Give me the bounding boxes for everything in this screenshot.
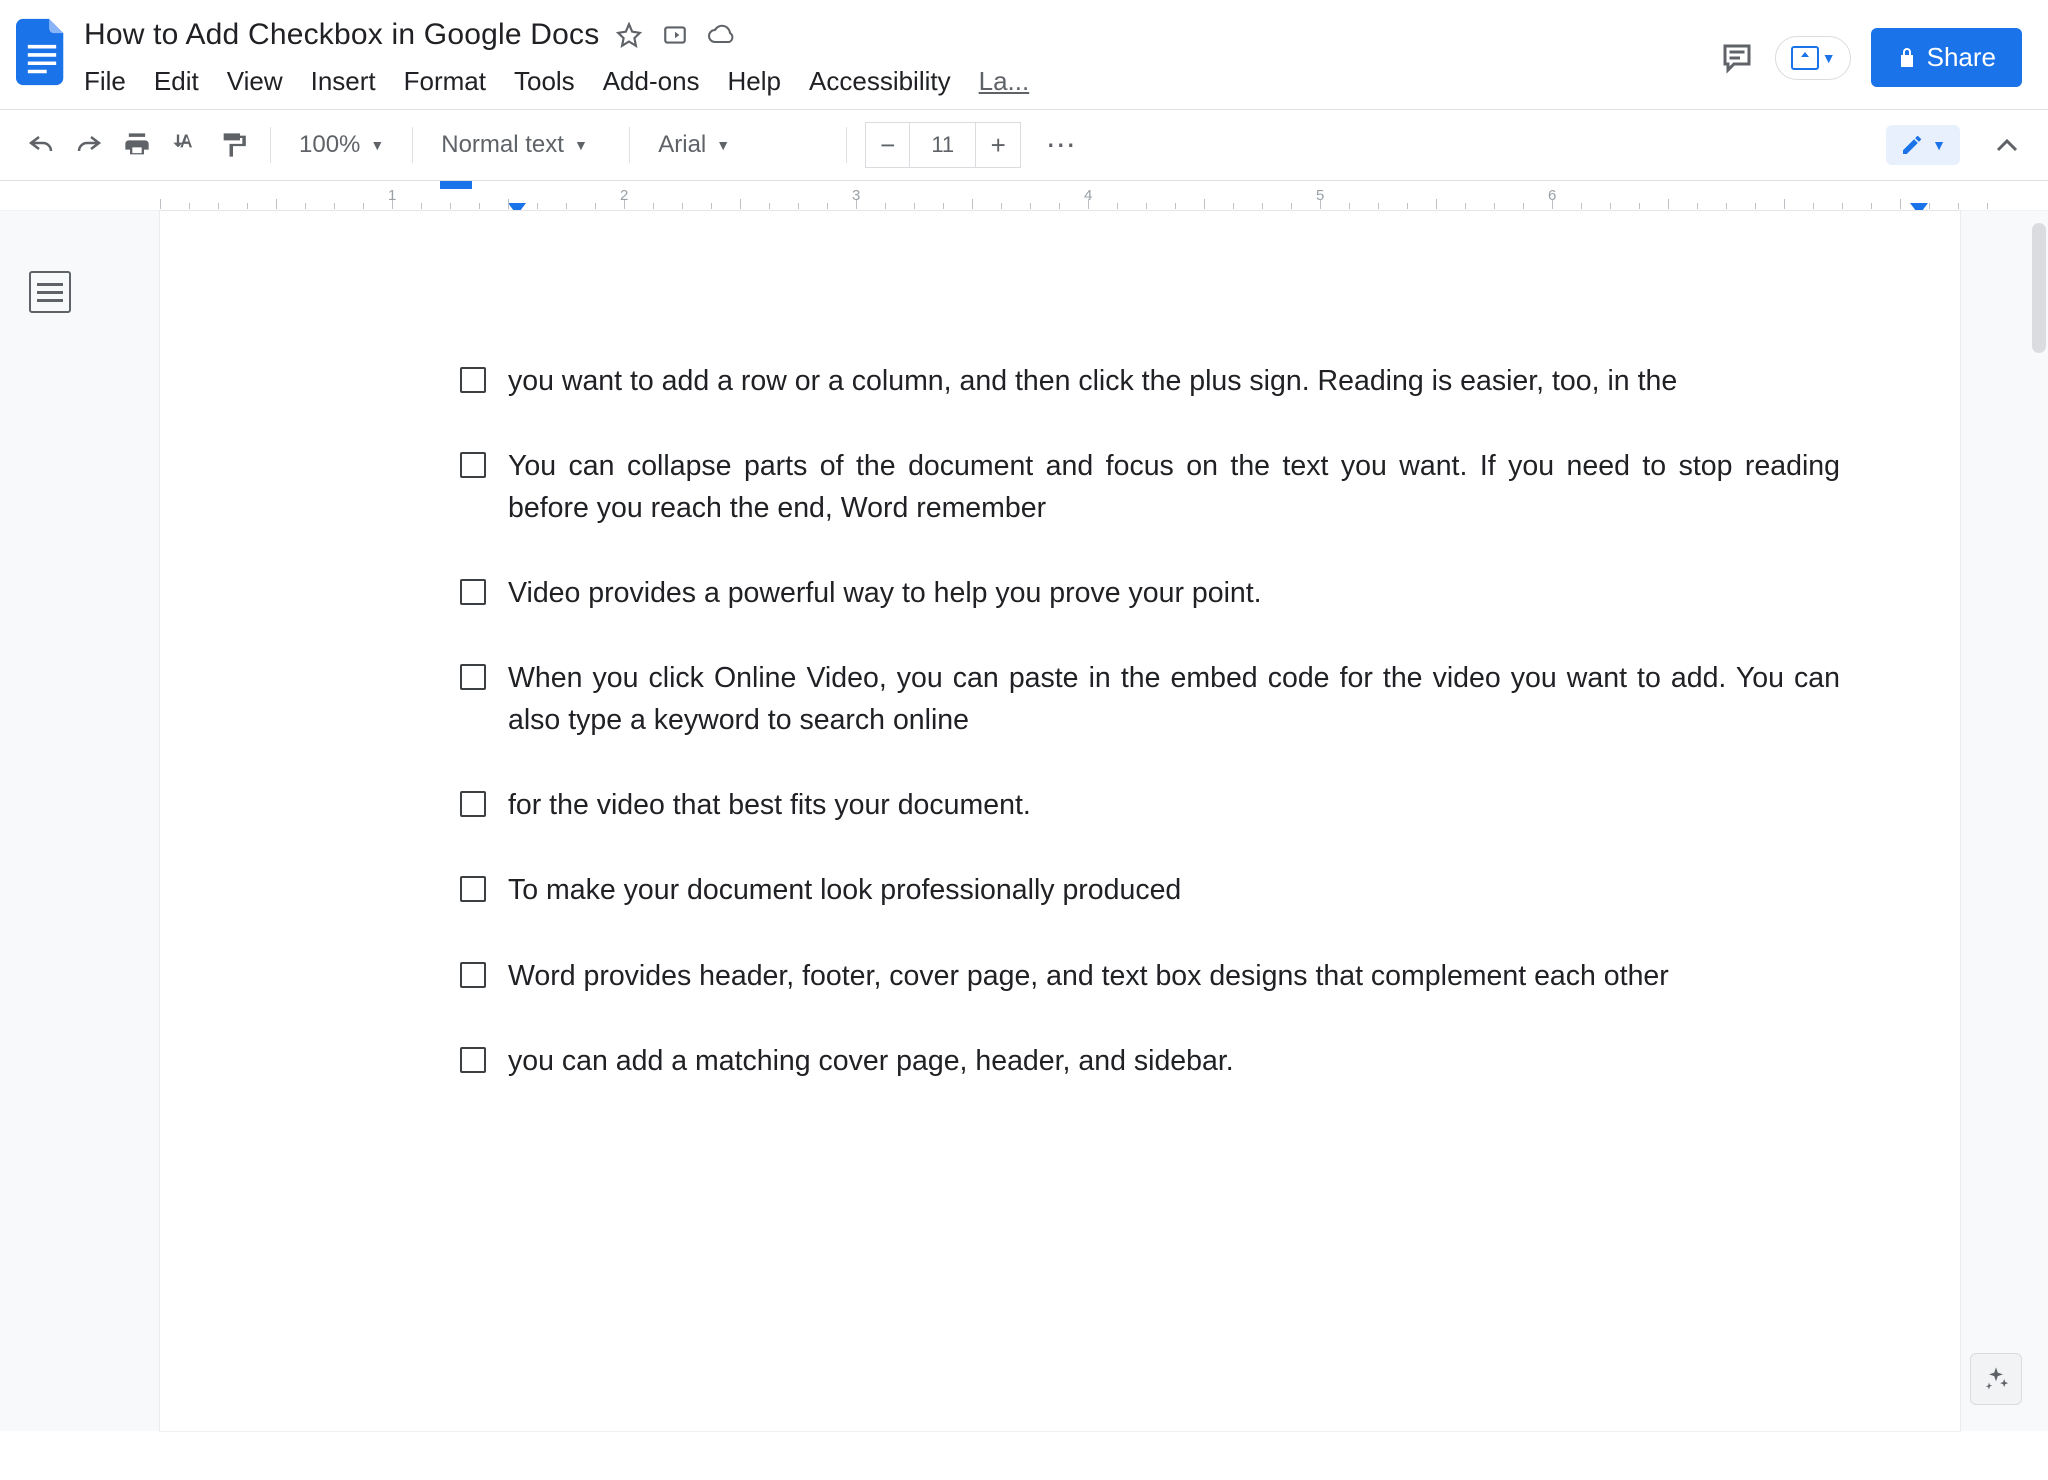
present-button[interactable]: ▼ (1775, 36, 1851, 80)
horizontal-ruler[interactable]: 1 2 3 4 5 6 (0, 181, 2048, 211)
checklist-item-text: Video provides a powerful way to help yo… (508, 573, 1262, 614)
menu-insert[interactable]: Insert (311, 66, 376, 97)
font-size-value[interactable]: 11 (910, 123, 976, 167)
print-icon[interactable] (118, 126, 156, 164)
docs-logo-icon[interactable] (12, 12, 72, 92)
ruler-number: 4 (1084, 187, 1092, 204)
comments-icon[interactable] (1719, 40, 1755, 76)
more-toolbar-icon[interactable]: ⋯ (1043, 126, 1081, 164)
checkbox-icon[interactable] (460, 579, 486, 605)
checklist-item[interactable]: Video provides a powerful way to help yo… (460, 573, 1840, 614)
document-page[interactable]: you want to add a row or a column, and t… (160, 211, 1960, 1431)
spellcheck-icon[interactable] (166, 126, 204, 164)
checkbox-icon[interactable] (460, 791, 486, 817)
ruler-right-indent-marker[interactable] (1910, 203, 1928, 211)
menu-file[interactable]: File (84, 66, 126, 97)
checklist-item[interactable]: Word provides header, footer, cover page… (460, 956, 1840, 997)
menu-bar: File Edit View Insert Format Tools Add-o… (84, 52, 1707, 97)
menu-format[interactable]: Format (404, 66, 486, 97)
checkbox-icon[interactable] (460, 962, 486, 988)
paragraph-style-dropdown[interactable]: Normal text ▼ (431, 131, 611, 159)
checklist-item[interactable]: You can collapse parts of the document a… (460, 446, 1840, 529)
font-size-control: − 11 + (865, 122, 1021, 168)
font-size-decrease-button[interactable]: − (866, 123, 910, 167)
share-button-label: Share (1927, 42, 1996, 73)
ruler-number: 1 (388, 187, 396, 204)
vertical-scrollbar-thumb[interactable] (2032, 223, 2046, 353)
menu-tools[interactable]: Tools (514, 66, 575, 97)
move-icon[interactable] (661, 21, 689, 49)
checklist-item-text: for the video that best fits your docume… (508, 785, 1031, 826)
checkbox-icon[interactable] (460, 1047, 486, 1073)
collapse-toolbar-icon[interactable] (1988, 126, 2026, 164)
ruler-number: 3 (852, 187, 860, 204)
checklist-item-text: You can collapse parts of the document a… (508, 446, 1840, 529)
zoom-value: 100% (299, 131, 360, 159)
menu-view[interactable]: View (227, 66, 283, 97)
document-title[interactable]: How to Add Checkbox in Google Docs (84, 18, 599, 52)
menu-truncated[interactable]: La... (979, 66, 1030, 97)
zoom-dropdown[interactable]: 100% ▼ (289, 131, 394, 159)
checklist-item-text: To make your document look professionall… (508, 870, 1181, 911)
menu-accessibility[interactable]: Accessibility (809, 66, 951, 97)
checklist-item[interactable]: for the video that best fits your docume… (460, 785, 1840, 826)
checklist-item[interactable]: you want to add a row or a column, and t… (460, 361, 1840, 402)
checklist-item-text: Word provides header, footer, cover page… (508, 956, 1669, 997)
checkbox-icon[interactable] (460, 367, 486, 393)
font-dropdown[interactable]: Arial ▼ (648, 131, 828, 159)
checkbox-icon[interactable] (460, 664, 486, 690)
paint-format-icon[interactable] (214, 126, 252, 164)
redo-icon[interactable] (70, 126, 108, 164)
app-header: How to Add Checkbox in Google Docs File … (0, 0, 2048, 97)
star-icon[interactable] (615, 21, 643, 49)
menu-addons[interactable]: Add-ons (603, 66, 700, 97)
document-outline-button[interactable] (29, 271, 71, 313)
ruler-number: 2 (620, 187, 628, 204)
document-canvas: you want to add a row or a column, and t… (0, 211, 2048, 1431)
undo-icon[interactable] (22, 126, 60, 164)
ruler-first-line-indent-marker[interactable] (508, 203, 526, 211)
checklist-item[interactable]: you can add a matching cover page, heade… (460, 1041, 1840, 1082)
menu-edit[interactable]: Edit (154, 66, 199, 97)
editing-mode-button[interactable]: ▼ (1886, 125, 1960, 165)
checklist-item-text: When you click Online Video, you can pas… (508, 658, 1840, 741)
checklist: you want to add a row or a column, and t… (460, 361, 1840, 1082)
explore-button[interactable] (1970, 1353, 2022, 1405)
checklist-item[interactable]: When you click Online Video, you can pas… (460, 658, 1840, 741)
checkbox-icon[interactable] (460, 452, 486, 478)
checklist-item-text: you want to add a row or a column, and t… (508, 361, 1677, 402)
menu-help[interactable]: Help (728, 66, 781, 97)
ruler-indent-bar[interactable] (440, 181, 472, 189)
ruler-number: 6 (1548, 187, 1556, 204)
share-button[interactable]: Share (1871, 28, 2022, 87)
font-value: Arial (658, 131, 706, 159)
toolbar: 100% ▼ Normal text ▼ Arial ▼ − 11 + ⋯ ▼ (0, 110, 2048, 181)
checklist-item-text: you can add a matching cover page, heade… (508, 1041, 1234, 1082)
paragraph-style-value: Normal text (441, 131, 564, 159)
ruler-number: 5 (1316, 187, 1324, 204)
font-size-increase-button[interactable]: + (976, 123, 1020, 167)
checklist-item[interactable]: To make your document look professionall… (460, 870, 1840, 911)
cloud-status-icon[interactable] (707, 21, 735, 49)
checkbox-icon[interactable] (460, 876, 486, 902)
